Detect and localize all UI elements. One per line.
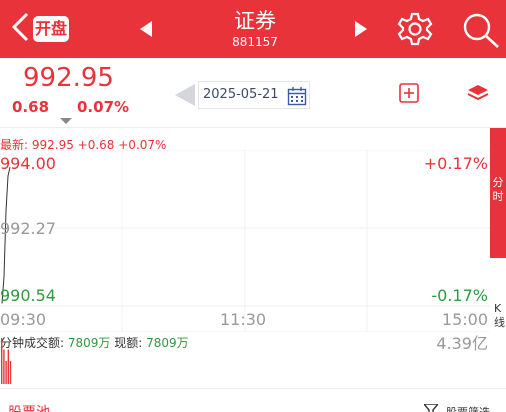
back-chevron-icon[interactable] xyxy=(9,12,31,42)
filter-icon[interactable] xyxy=(424,404,438,412)
next-arrow-icon[interactable] xyxy=(354,21,368,37)
pct-high-label: +0.17% xyxy=(423,154,488,173)
current-price: 992.95 xyxy=(23,63,114,93)
price-change-percent: 0.07% xyxy=(77,98,130,116)
stock-filter-button[interactable]: 股票筛选 xyxy=(446,404,490,412)
volume-bar xyxy=(1,338,3,384)
page-title: 证券 xyxy=(234,9,276,33)
price-mid-label: 992.27 xyxy=(0,219,56,238)
volume-bars xyxy=(1,338,12,384)
header-bar: 开盘 证券 881157 xyxy=(0,0,506,58)
price-low-label: 990.54 xyxy=(0,286,56,305)
divider xyxy=(0,388,506,389)
tab-intraday[interactable]: 分 时 xyxy=(490,128,506,258)
tab-kline-char-1: K xyxy=(494,302,502,315)
price-change: 0.68 xyxy=(12,98,50,116)
layers-icon[interactable] xyxy=(466,83,490,103)
tab-kline-char-2: 线 xyxy=(494,316,505,329)
volume-label-current: 现额: xyxy=(114,336,143,350)
prev-arrow-icon[interactable] xyxy=(139,21,153,37)
search-icon[interactable] xyxy=(461,11,501,49)
volume-bar xyxy=(7,349,9,384)
volume-info: 分钟成交额: 7809万 现额: 7809万 xyxy=(0,334,189,351)
time-start-label: 09:30 xyxy=(0,310,47,329)
intraday-chart[interactable] xyxy=(0,150,490,332)
pct-low-label: -0.17% xyxy=(431,286,488,305)
open-market-badge[interactable]: 开盘 xyxy=(33,16,69,42)
date-value: 2025-05-21 xyxy=(203,87,279,102)
tab-intraday-char-1: 分 xyxy=(492,176,504,189)
add-to-watchlist-icon[interactable] xyxy=(398,82,420,104)
time-end-label: 15:00 xyxy=(441,310,488,329)
volume-bar xyxy=(3,349,5,384)
expand-caret-icon[interactable] xyxy=(60,118,72,124)
price-high-label: 994.00 xyxy=(0,154,56,173)
calendar-icon[interactable] xyxy=(287,86,307,106)
stock-pool-tab[interactable]: 股票池 xyxy=(8,402,50,412)
volume-bar xyxy=(5,361,7,384)
previous-day-arrow-icon[interactable] xyxy=(175,84,195,106)
volume-bar xyxy=(9,361,12,384)
gear-icon[interactable] xyxy=(397,11,433,47)
tab-intraday-char-2: 时 xyxy=(492,190,504,203)
volume-value: 7809万 xyxy=(67,336,111,350)
stock-code: 881157 xyxy=(232,35,278,49)
divider xyxy=(0,127,506,128)
volume-current-value: 7809万 xyxy=(146,336,189,350)
time-mid-label: 11:30 xyxy=(220,310,267,329)
tab-kline[interactable]: K 线 xyxy=(494,302,505,330)
volume-total: 4.39亿 xyxy=(436,334,488,353)
date-selector[interactable]: 2025-05-21 xyxy=(198,81,310,109)
